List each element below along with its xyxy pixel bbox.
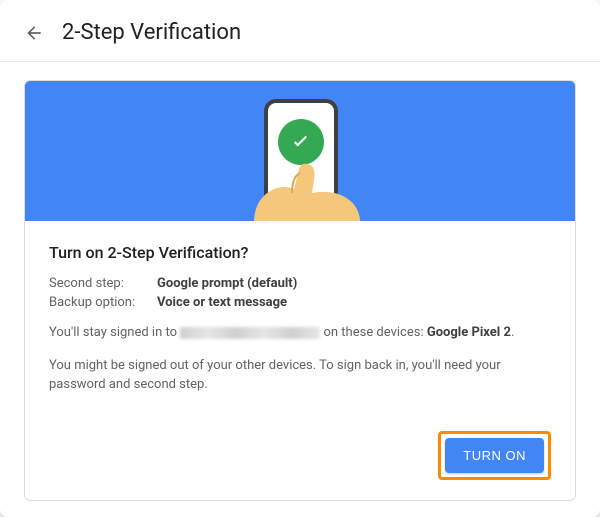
second-step-label: Second step: [49, 276, 157, 291]
hand-icon [244, 159, 364, 221]
page-header: 2-Step Verification [0, 0, 600, 62]
signed-in-text: You'll stay signed in to on these device… [49, 324, 551, 343]
hero-illustration [25, 81, 575, 221]
backup-option-label: Backup option: [49, 295, 157, 310]
redacted-email [180, 327, 320, 339]
turn-on-button[interactable]: TURN ON [445, 438, 544, 473]
card-heading: Turn on 2-Step Verification? [49, 243, 551, 262]
phone-illustration [220, 81, 380, 221]
back-arrow-icon[interactable] [24, 23, 44, 43]
page-title: 2-Step Verification [62, 20, 241, 45]
page-container: 2-Step Verification Turn on 2-Step Verif… [0, 0, 600, 517]
second-step-row: Second step: Google prompt (default) [49, 276, 551, 291]
backup-option-value: Voice or text message [157, 295, 287, 310]
verification-card: Turn on 2-Step Verification? Second step… [24, 80, 576, 501]
card-body: Turn on 2-Step Verification? Second step… [25, 221, 575, 500]
signed-in-suffix: on these devices: [323, 325, 426, 340]
signout-warning: You might be signed out of your other de… [49, 357, 551, 395]
turn-on-highlight: TURN ON [438, 431, 551, 480]
backup-option-row: Backup option: Voice or text message [49, 295, 551, 310]
card-actions: TURN ON [49, 431, 551, 480]
signed-in-prefix: You'll stay signed in to [49, 325, 180, 340]
signed-in-end: . [511, 325, 514, 340]
signed-in-device: Google Pixel 2 [427, 325, 511, 340]
second-step-value: Google prompt (default) [157, 276, 297, 291]
